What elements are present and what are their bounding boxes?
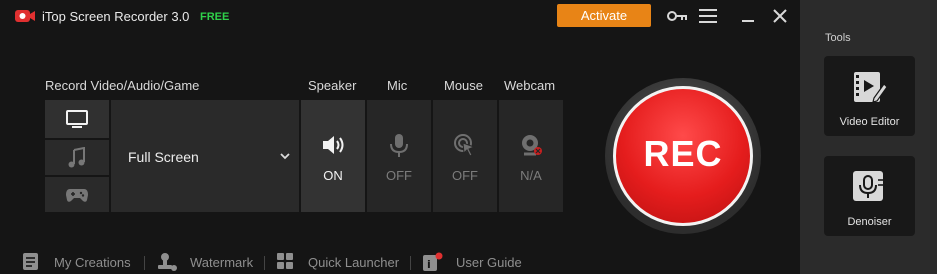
mode-screen-button[interactable]: [45, 100, 109, 138]
webcam-label: Webcam: [504, 78, 556, 93]
divider: [264, 256, 265, 270]
activate-button[interactable]: Activate: [557, 4, 651, 27]
minimize-icon[interactable]: [741, 8, 755, 24]
webcam-toggle[interactable]: N/A: [499, 100, 563, 212]
webcam-icon: [522, 135, 542, 156]
mouse-click-icon: [454, 134, 476, 157]
mic-state: OFF: [386, 168, 412, 183]
mouse-toggle[interactable]: OFF: [433, 100, 497, 212]
speaker-label: Speaker: [308, 78, 357, 93]
mode-game-button[interactable]: [45, 177, 109, 212]
speaker-state: ON: [323, 168, 343, 183]
mouse-label: Mouse: [444, 78, 484, 93]
my-creations-link[interactable]: My Creations: [22, 251, 131, 273]
quick-launcher-link[interactable]: Quick Launcher: [276, 251, 399, 273]
mouse-state: OFF: [452, 168, 478, 183]
denoiser-icon: [853, 171, 885, 201]
quick-launcher-label: Quick Launcher: [308, 254, 400, 270]
recorder-window: iTop Screen Recorder 3.0 FREE Activate R…: [0, 0, 800, 274]
mode-audio-button[interactable]: [45, 140, 109, 175]
rec-button[interactable]: REC: [613, 86, 753, 226]
user-guide-label: User Guide: [456, 254, 522, 270]
rec-label: REC: [643, 133, 723, 174]
divider: [144, 256, 145, 270]
app-logo-icon: [15, 10, 35, 22]
mic-toggle[interactable]: OFF: [367, 100, 431, 212]
music-note-icon: [68, 146, 85, 167]
user-guide-link[interactable]: i User Guide: [422, 251, 522, 273]
free-badge: FREE: [200, 11, 230, 23]
list-icon: [23, 253, 38, 270]
key-icon[interactable]: [666, 8, 688, 24]
menu-icon[interactable]: [698, 8, 718, 24]
chevron-down-icon: [280, 153, 290, 160]
watermark-stamp-icon: [158, 253, 177, 271]
monitor-icon: [66, 110, 88, 128]
video-editor-button[interactable]: Video Editor: [824, 56, 915, 136]
gamepad-icon: [66, 188, 88, 202]
app-title: iTop Screen Recorder 3.0: [42, 9, 190, 24]
watermark-link[interactable]: Watermark: [156, 251, 253, 273]
video-editor-label: Video Editor: [839, 116, 900, 128]
microphone-icon: [390, 134, 408, 157]
denoiser-button[interactable]: Denoiser: [824, 156, 915, 236]
user-guide-icon: i: [423, 252, 443, 271]
capture-area-value: Full Screen: [128, 149, 199, 165]
watermark-label: Watermark: [190, 254, 254, 270]
svg-text:i: i: [427, 258, 431, 271]
close-icon[interactable]: [772, 8, 788, 24]
grid-icon: [277, 253, 293, 269]
video-editor-icon: [854, 72, 888, 103]
tools-panel: Tools Video Editor Denoiser: [800, 0, 937, 274]
speaker-toggle[interactable]: ON: [301, 100, 365, 212]
webcam-state: N/A: [520, 168, 542, 183]
denoiser-label: Denoiser: [847, 216, 892, 228]
capture-area-dropdown[interactable]: Full Screen: [111, 100, 299, 212]
tools-title: Tools: [825, 32, 851, 44]
divider: [410, 256, 411, 270]
speaker-icon: [323, 136, 344, 154]
mic-label: Mic: [387, 78, 408, 93]
my-creations-label: My Creations: [54, 254, 131, 270]
record-section-label: Record Video/Audio/Game: [45, 78, 200, 93]
